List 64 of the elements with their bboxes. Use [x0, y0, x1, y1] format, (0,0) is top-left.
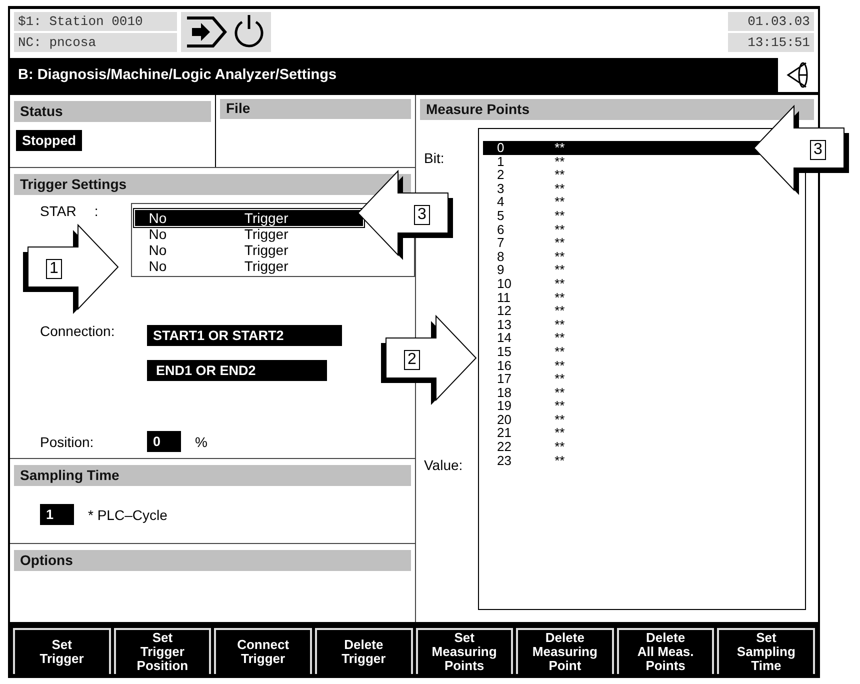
measure-point-item[interactable]: 2 **	[483, 168, 805, 182]
trigger-list-item[interactable]: No Trigger	[134, 242, 363, 258]
section-header: Measure Points	[420, 99, 814, 120]
softkey-button[interactable]: Delete Trigger	[314, 628, 412, 674]
trigger-list-item[interactable]: No Trigger	[134, 226, 363, 242]
position-label: Position:	[39, 434, 95, 450]
callout-number: 3	[810, 140, 826, 160]
softkey-button[interactable]: Set Measuring Points	[416, 628, 514, 674]
softkey-button[interactable]: Set Trigger Position	[114, 628, 212, 674]
measure-point-item[interactable]: 18 **	[483, 386, 805, 400]
measure-point-item[interactable]: 4 **	[483, 195, 805, 209]
measure-point-item[interactable]: 10 **	[483, 276, 805, 291]
status-value: Stopped	[16, 130, 82, 151]
section-header: File	[220, 99, 411, 119]
connection-value: START1 OR START2	[147, 325, 342, 346]
measure-point-item[interactable]: 3 **	[483, 182, 805, 196]
eye-icon	[786, 60, 810, 90]
measure-point-item[interactable]: 19 **	[483, 399, 805, 413]
measure-point-item[interactable]: 8 **	[483, 250, 805, 264]
measure-point-item[interactable]: 20 **	[483, 412, 805, 426]
time-label: 13:15:51	[728, 33, 814, 52]
trigger-list-item[interactable]: No Trigger	[134, 210, 363, 226]
section-header: Options	[14, 550, 411, 571]
softkey-button[interactable]: Delete All Meas. Points	[616, 628, 714, 674]
measure-point-item[interactable]: 16 **	[483, 358, 805, 372]
measure-point-item[interactable]: 23 **	[483, 454, 805, 468]
measure-point-item[interactable]: 14 **	[483, 331, 805, 345]
section-header: Trigger Settings	[14, 174, 411, 195]
measure-point-item[interactable]: 5 **	[483, 208, 805, 223]
section-header: Sampling Time	[14, 465, 411, 486]
cycle-label: * PLC–Cycle	[88, 506, 168, 522]
position-field[interactable]: 0	[147, 431, 181, 452]
breadcrumb-title: B: Diagnosis/Machine/Logic Analyzer/Settings	[10, 58, 778, 92]
softkey-button[interactable]: Connect Trigger	[214, 628, 312, 674]
nc-label: NC: pncosa	[14, 33, 177, 52]
measure-point-item[interactable]: 9 **	[483, 263, 805, 277]
connection-label: Connection:	[39, 323, 116, 341]
trigger-list-item[interactable]: No Trigger	[134, 258, 363, 274]
measure-point-item[interactable]: 21 **	[483, 426, 805, 440]
sampling-field[interactable]: 1	[40, 504, 74, 525]
measure-point-item[interactable]: 6 **	[483, 222, 805, 236]
bit-label: Bit:	[424, 150, 446, 166]
date-label: 01.03.03	[728, 12, 814, 31]
callout-number: 1	[46, 259, 62, 279]
softkey-button[interactable]: Set Trigger	[13, 628, 111, 674]
start-label: STAR	[40, 203, 76, 221]
colon-label: :	[94, 203, 98, 221]
callout-number: 2	[404, 350, 420, 370]
measure-point-item[interactable]: 7 **	[483, 236, 805, 250]
section-header: Status	[14, 101, 211, 122]
percent-label: %	[195, 434, 208, 450]
measure-point-item[interactable]: 22 **	[483, 440, 805, 454]
measure-point-item[interactable]: 17 **	[483, 372, 805, 386]
softkey-button[interactable]: Delete Measuring Point	[516, 628, 614, 674]
measure-point-item[interactable]: 12 **	[483, 304, 805, 318]
trigger-list[interactable]: No Trigger No Trigger No Trigger No Trigger	[130, 203, 415, 277]
measure-point-item[interactable]: 13 **	[483, 318, 805, 332]
measure-point-item[interactable]: 11 **	[483, 290, 805, 304]
value-label: Value:	[424, 457, 464, 473]
softkey-button[interactable]: Set Sampling Time	[717, 628, 815, 674]
measure-point-item[interactable]: 15 **	[483, 344, 805, 358]
station-label: $1: Station 0010	[14, 12, 177, 31]
callout-number: 3	[414, 205, 430, 225]
connection-value: END1 OR END2	[147, 360, 327, 381]
